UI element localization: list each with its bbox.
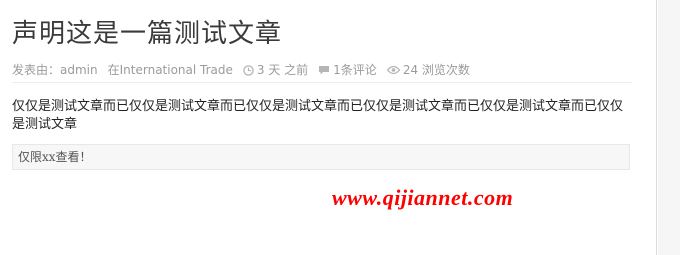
meta-divider xyxy=(12,82,632,83)
view-count: 24 浏览次数 xyxy=(402,63,470,77)
restricted-notice-text: 仅限xx查看！ xyxy=(18,150,92,164)
post-title[interactable]: 声明这是一篇测试文章 xyxy=(12,16,282,52)
posted-by: 发表由： admin xyxy=(12,62,98,78)
posted-by-prefix: 发表由： xyxy=(12,63,61,77)
category-prefix: 在 xyxy=(107,63,120,77)
site-watermark: www.qijiannet.com xyxy=(332,185,514,210)
post-comments[interactable]: 1条评论 xyxy=(318,62,377,78)
post-body: 仅仅是测试文章而已仅仅是测试文章而已仅仅是测试文章而已仅仅是测试文章而已仅仅是测… xyxy=(12,99,624,132)
eye-icon xyxy=(386,65,400,75)
comment-icon xyxy=(318,65,330,76)
post-views: 24 浏览次数 xyxy=(386,62,470,78)
author-link[interactable]: admin xyxy=(60,62,98,78)
comments-link[interactable]: 1条评论 xyxy=(333,62,377,78)
time-ago: 3 天 之前 xyxy=(256,63,309,77)
post-time: 3 天 之前 xyxy=(243,62,308,78)
post-meta: 发表由： admin 在 International Trade 3 天 之前 … xyxy=(12,62,470,78)
post-category: 在 International Trade xyxy=(108,62,233,78)
restricted-notice-box: 仅限xx查看！ xyxy=(12,144,630,170)
clock-icon xyxy=(243,64,254,76)
category-link[interactable]: International Trade xyxy=(120,62,233,78)
right-gutter xyxy=(658,0,680,255)
